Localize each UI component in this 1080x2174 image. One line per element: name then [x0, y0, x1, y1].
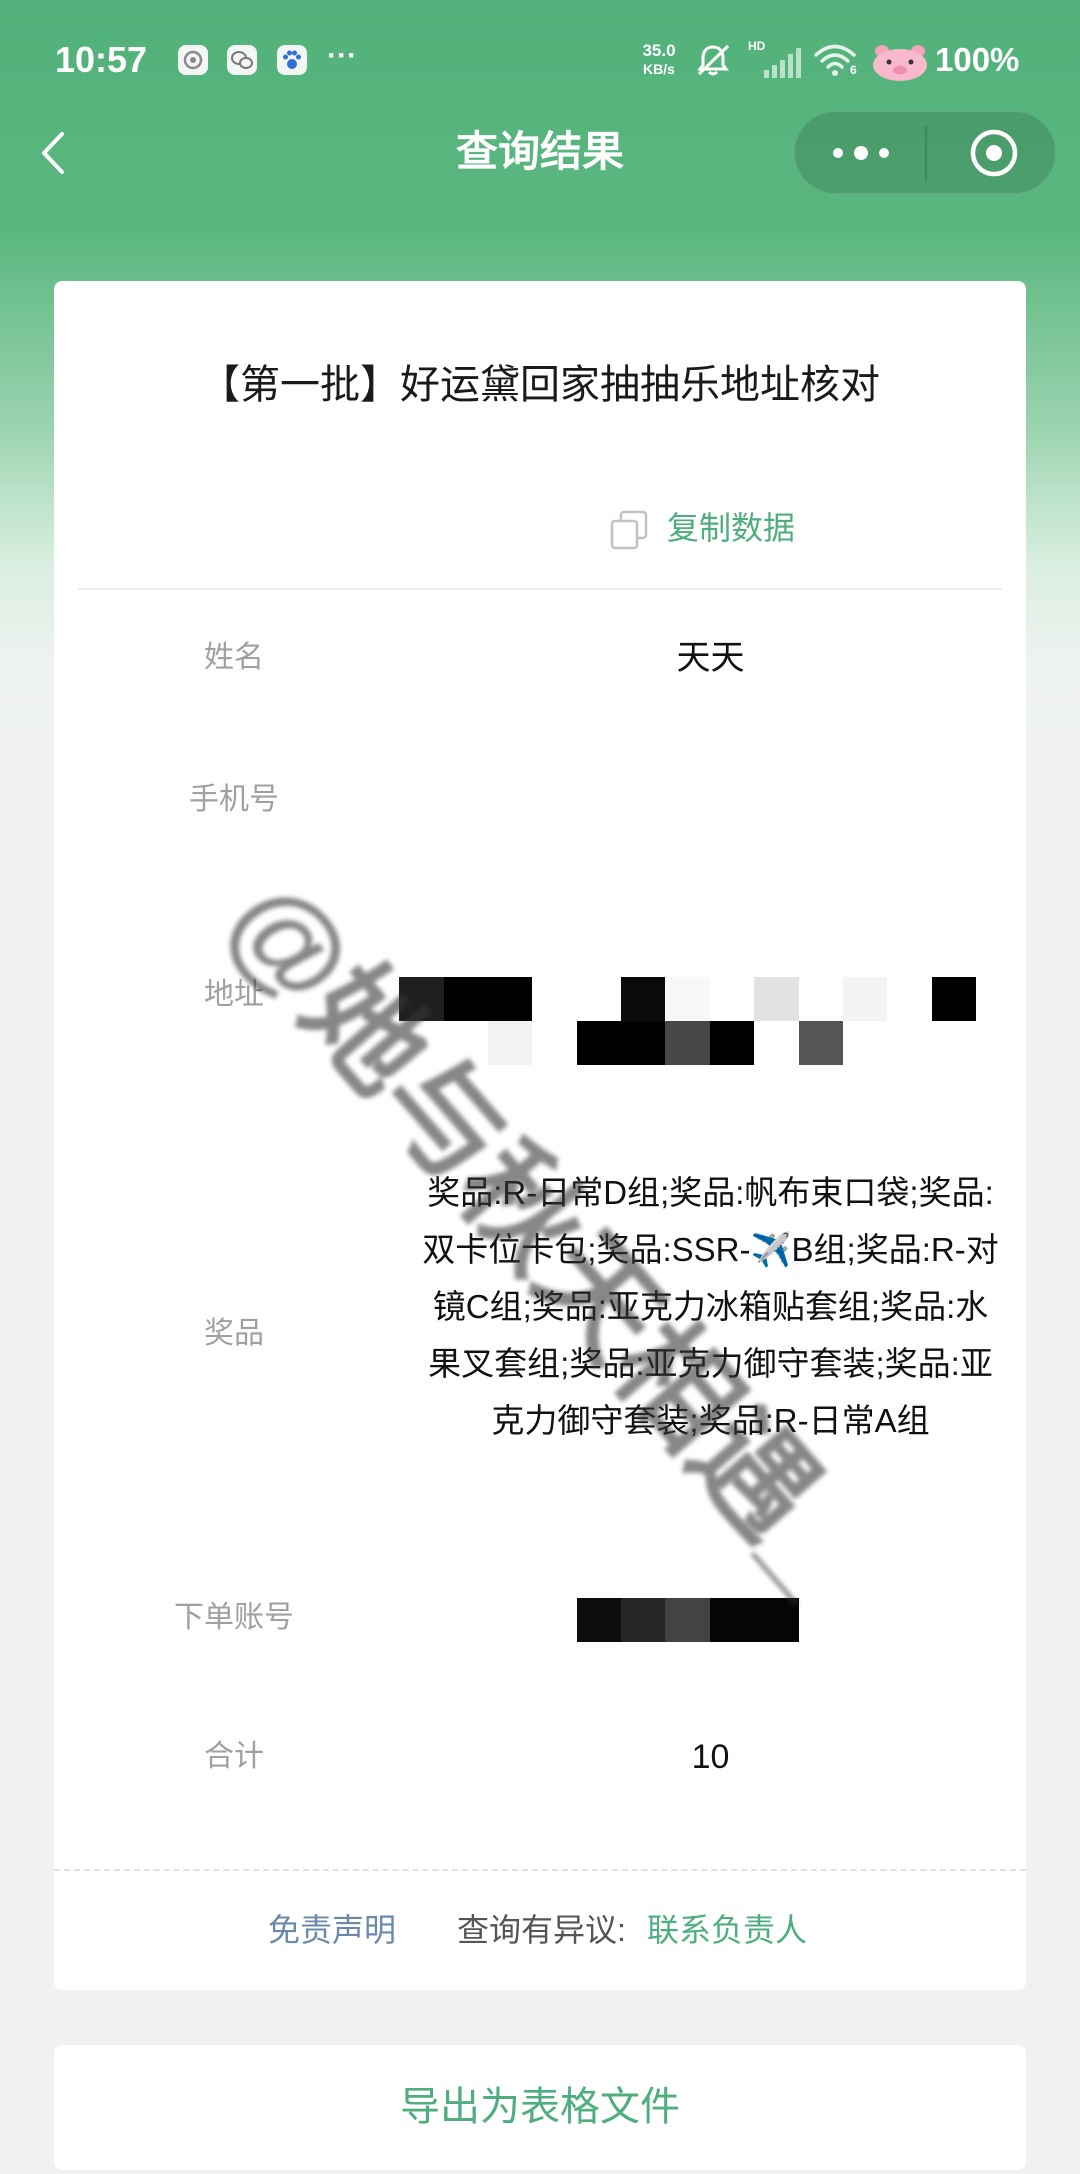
mosaic-block — [799, 1021, 843, 1065]
row-label-phone: 手机号 — [189, 783, 279, 816]
contact-owner-link[interactable]: 联系负责人 — [647, 1910, 807, 1950]
footer-dashed-divider — [54, 1869, 1026, 1871]
mosaic-block — [665, 1021, 710, 1065]
status-time: 10:57 — [55, 39, 148, 80]
mosaic-block — [444, 977, 532, 1021]
mosaic-block — [932, 977, 976, 1021]
row-value-name: 天天 — [676, 639, 745, 677]
mosaic-block — [577, 1021, 665, 1065]
battery-level: 100% — [935, 41, 1020, 78]
mosaic-block — [665, 977, 710, 1021]
disclaimer-link[interactable]: 免责声明 — [268, 1910, 396, 1950]
app-notification-icon — [178, 45, 208, 75]
baidu-paw-icon — [277, 45, 307, 75]
mosaic-block — [843, 977, 887, 1021]
row-label-name: 姓名 — [204, 641, 264, 674]
more-dots-icon[interactable] — [826, 143, 896, 163]
dispute-prefix-text: 查询有异议: — [457, 1912, 626, 1948]
network-speed-unit: KB/s — [643, 61, 675, 77]
mosaic-block — [488, 1021, 532, 1065]
signal-icon — [764, 48, 801, 78]
export-spreadsheet-button[interactable]: 导出为表格文件 — [54, 2045, 1026, 2170]
more-notifications-indicator: ··· — [327, 39, 357, 72]
row-label-total: 合计 — [204, 1740, 264, 1773]
row-label-prize: 奖品 — [204, 1317, 264, 1350]
wechat-icon — [227, 45, 257, 75]
mosaic-block — [710, 1598, 799, 1642]
mini-program-capsule — [794, 111, 1056, 194]
copy-icon[interactable] — [610, 510, 648, 550]
battery-pig-icon — [873, 45, 927, 81]
mosaic-block — [399, 977, 444, 1021]
row-value-total: 10 — [691, 1738, 730, 1776]
mosaic-block — [754, 977, 799, 1021]
row-label-address: 地址 — [204, 978, 264, 1011]
result-card: 【第一批】好运黛回家抽抽乐地址核对 复制数据 姓名 天天 手机号 地址 奖品 奖… — [54, 281, 1026, 1990]
mosaic-block — [577, 1598, 621, 1642]
capsule-divider — [925, 126, 927, 181]
copy-data-button[interactable]: 复制数据 — [667, 508, 795, 548]
header-divider — [78, 588, 1002, 590]
network-speed: 35.0 KB/s — [633, 42, 685, 78]
mosaic-block — [621, 1598, 665, 1642]
wifi-standard-label: 6 — [850, 63, 857, 77]
mute-bell-icon — [697, 44, 730, 76]
mosaic-block — [621, 977, 665, 1021]
card-title: 【第一批】好运黛回家抽抽乐地址核对 — [200, 363, 880, 407]
exit-target-icon[interactable] — [966, 125, 1022, 181]
network-speed-value: 35.0 — [642, 41, 676, 60]
row-label-order-account: 下单账号 — [174, 1601, 294, 1634]
mosaic-block — [665, 1598, 710, 1642]
row-value-prize: 奖品:R-日常D组;奖品:帆布束口袋;奖品:双卡位卡包;奖品:SSR-✈️B组;… — [422, 1174, 999, 1439]
mosaic-block — [710, 1021, 754, 1065]
